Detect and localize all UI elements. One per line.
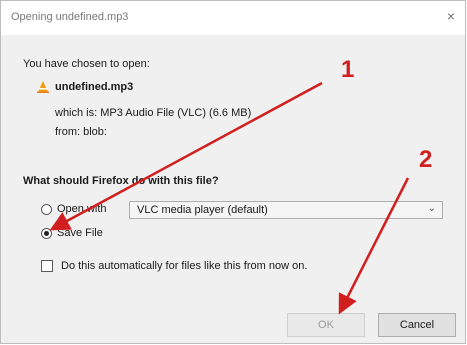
arrow-to-ok-button <box>338 177 410 315</box>
annotation-marker-2: 2 <box>419 146 433 173</box>
arrow-to-save-file <box>49 81 323 231</box>
annotation-marker-1: 1 <box>341 56 355 83</box>
annotation-overlay <box>49 81 410 315</box>
